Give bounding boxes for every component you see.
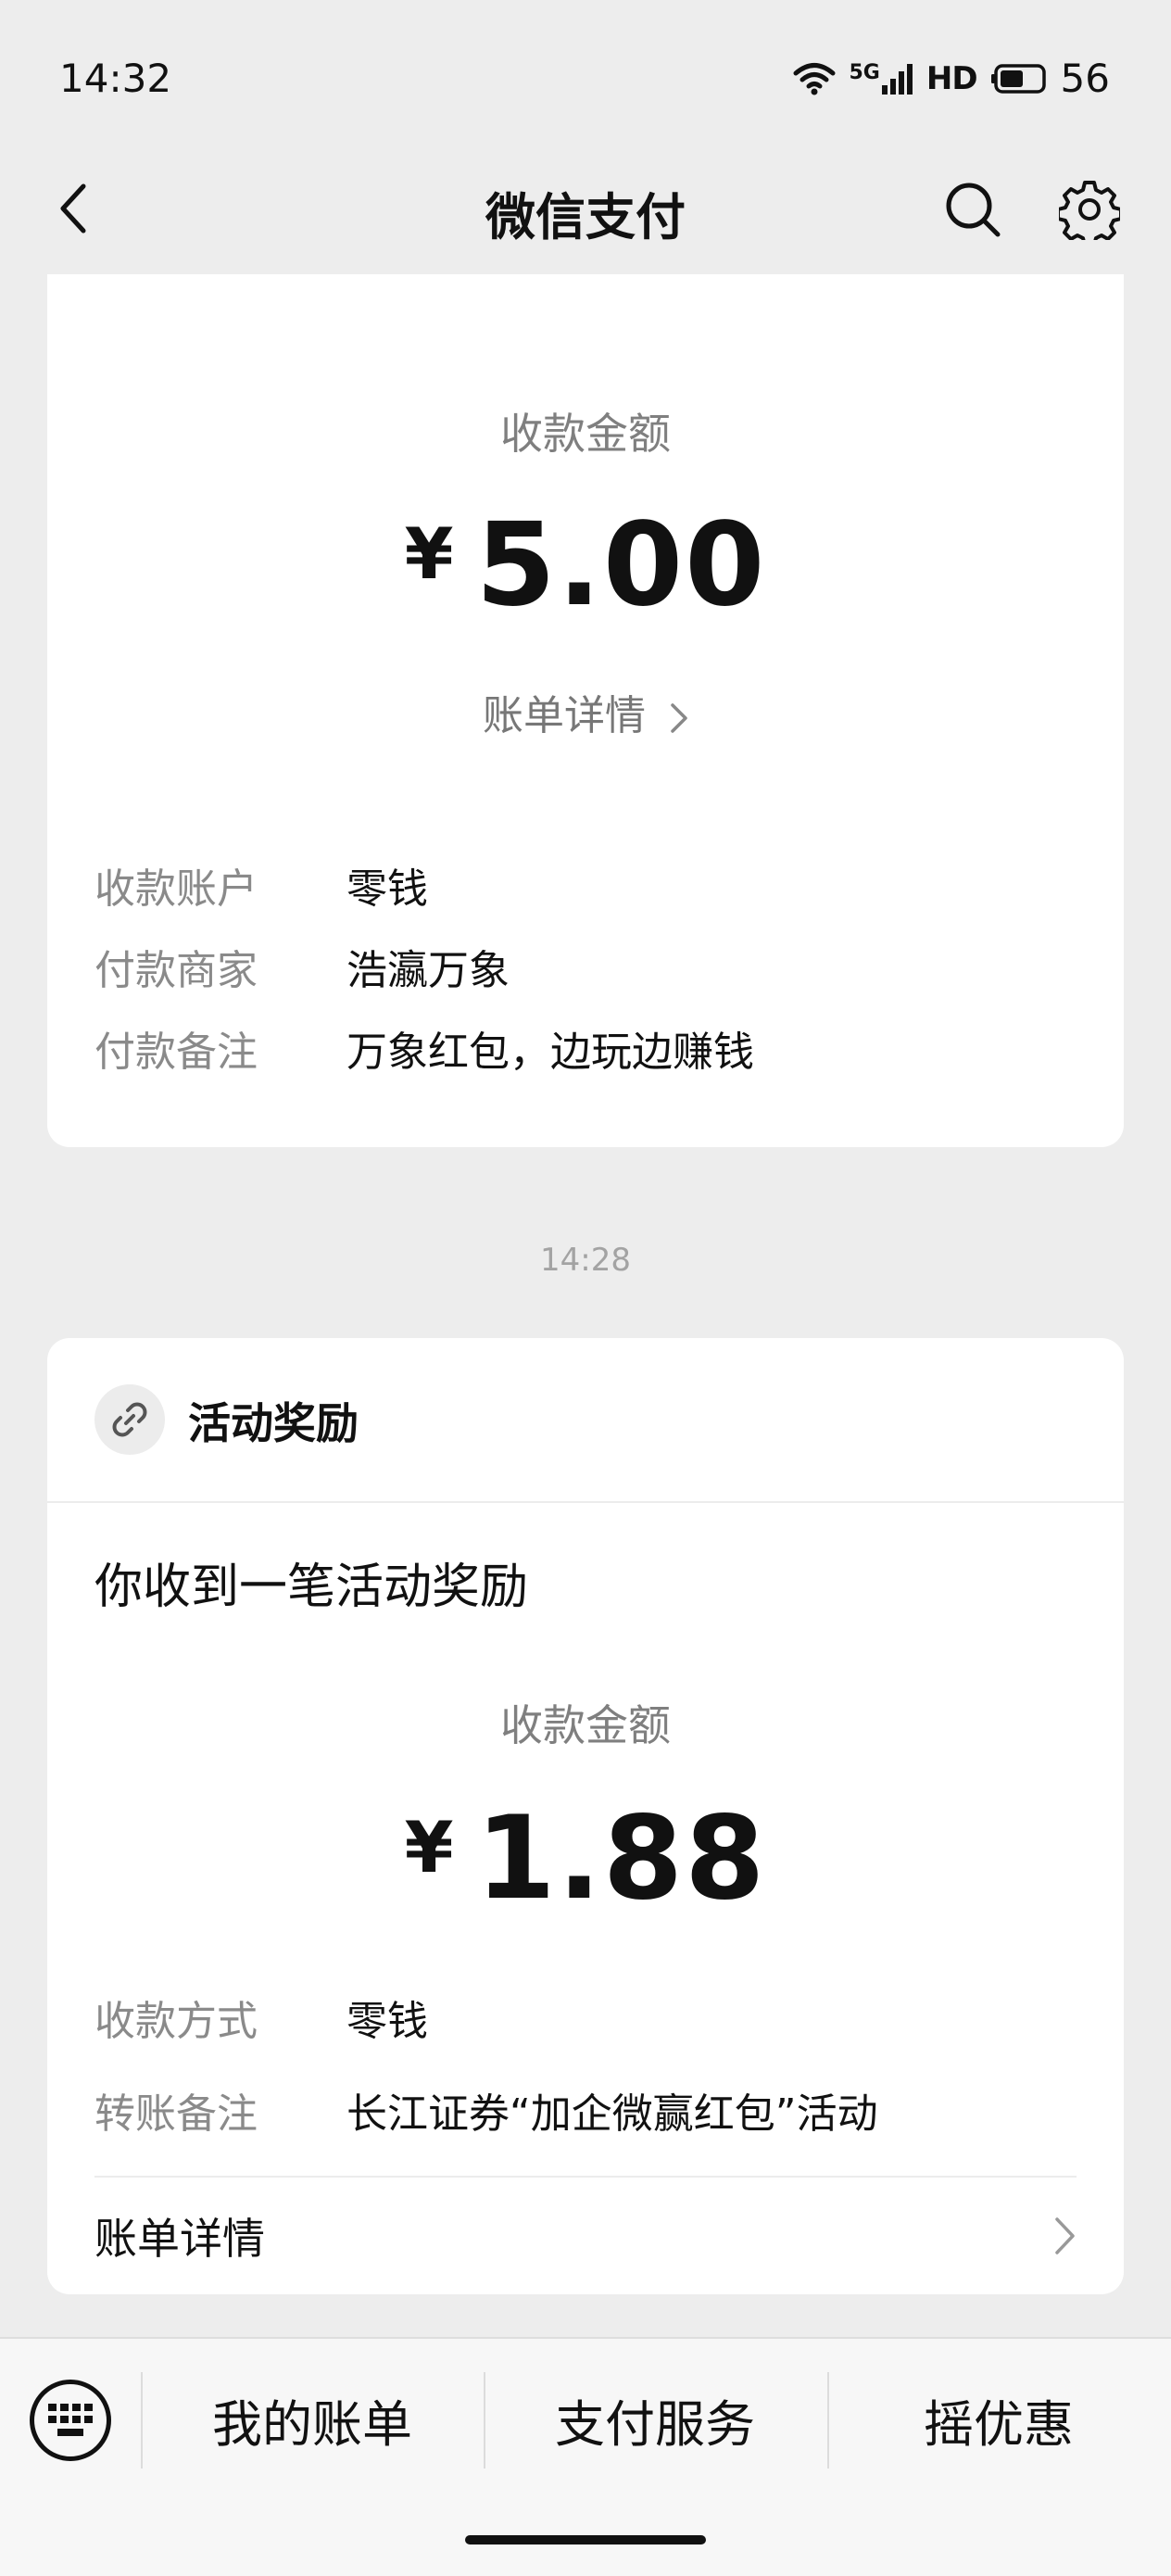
gear-icon bbox=[1059, 181, 1120, 240]
info-key: 收款账户 bbox=[94, 865, 258, 913]
bill-details-link[interactable]: 账单详情 bbox=[47, 682, 1124, 741]
currency-symbol: ¥ bbox=[404, 1806, 456, 1888]
settings-button[interactable] bbox=[1052, 172, 1127, 246]
reward-card-title: 活动奖励 bbox=[188, 1398, 359, 1448]
menu-payment-services[interactable]: 支付服务 bbox=[484, 2383, 826, 2456]
amount-value: ¥5.00 bbox=[47, 499, 1124, 632]
signal-icon bbox=[881, 63, 913, 95]
info-row: 转账备注 长江证券“加企微赢红包”活动 bbox=[94, 2077, 1096, 2142]
message-timestamp: 14:28 bbox=[540, 1242, 631, 1279]
reward-card-header: 活动奖励 bbox=[47, 1338, 1124, 1503]
info-key: 付款备注 bbox=[94, 1029, 258, 1076]
bill-details-label: 账单详情 bbox=[483, 692, 646, 739]
info-row: 收款账户 零钱 bbox=[94, 852, 1096, 917]
home-indicator[interactable] bbox=[465, 2535, 706, 2544]
amount-label: 收款金额 bbox=[500, 1700, 671, 1750]
info-row: 收款方式 零钱 bbox=[94, 1985, 1096, 2050]
link-icon bbox=[94, 1384, 165, 1455]
info-key: 转账备注 bbox=[94, 2090, 258, 2138]
reward-card: 活动奖励 你收到一笔活动奖励 收款金额 ¥1.88 收款方式 零钱 转账备注 长… bbox=[47, 1338, 1124, 2294]
chevron-right-icon bbox=[671, 703, 687, 733]
network-type: 5G bbox=[849, 60, 880, 84]
info-key: 收款方式 bbox=[94, 1998, 258, 2045]
menu-my-bills[interactable]: 我的账单 bbox=[141, 2383, 484, 2456]
search-icon bbox=[946, 183, 1001, 237]
info-value: 浩瀛万象 bbox=[346, 947, 510, 994]
reward-subtitle: 你收到一笔活动奖励 bbox=[94, 1559, 529, 1615]
amount-number: 5.00 bbox=[475, 499, 767, 632]
bottom-menu-bar: 我的账单 支付服务 摇优惠 bbox=[0, 2337, 1171, 2576]
wifi-icon bbox=[793, 62, 836, 95]
info-value: 零钱 bbox=[346, 865, 428, 913]
status-time: 14:32 bbox=[59, 56, 172, 101]
payment-card: 收款金额 ¥5.00 账单详情 收款账户 零钱 付款商家 浩瀛万象 付款备注 万… bbox=[47, 274, 1124, 1147]
info-row: 付款备注 万象红包，边玩边赚钱 bbox=[94, 1016, 1096, 1080]
keyboard-toggle-button[interactable] bbox=[30, 2380, 111, 2461]
bill-details-label: 账单详情 bbox=[94, 2214, 265, 2264]
nav-bar: 微信支付 bbox=[0, 148, 1171, 269]
battery-level: 56 bbox=[1060, 56, 1110, 101]
menu-shake-offers[interactable]: 摇优惠 bbox=[827, 2383, 1170, 2456]
currency-symbol: ¥ bbox=[404, 512, 456, 595]
info-value: 长江证券“加企微赢红包”活动 bbox=[346, 2090, 878, 2138]
amount-value: ¥1.88 bbox=[47, 1792, 1124, 1926]
status-bar: 14:32 5G HD 56 bbox=[0, 0, 1171, 158]
info-key: 付款商家 bbox=[94, 947, 258, 994]
status-indicators: 5G HD 56 bbox=[793, 56, 1110, 101]
info-row: 付款商家 浩瀛万象 bbox=[94, 934, 1096, 999]
info-value: 万象红包，边玩边赚钱 bbox=[346, 1029, 754, 1076]
bill-details-row[interactable]: 账单详情 bbox=[94, 2176, 1077, 2294]
chevron-right-icon bbox=[1055, 2217, 1075, 2254]
keyboard-icon bbox=[48, 2404, 93, 2436]
search-button[interactable] bbox=[936, 172, 1010, 246]
amount-number: 1.88 bbox=[475, 1792, 767, 1926]
amount-label: 收款金额 bbox=[500, 409, 671, 459]
hd-badge: HD bbox=[925, 59, 978, 97]
battery-icon bbox=[990, 63, 1046, 94]
info-value: 零钱 bbox=[346, 1998, 428, 2045]
